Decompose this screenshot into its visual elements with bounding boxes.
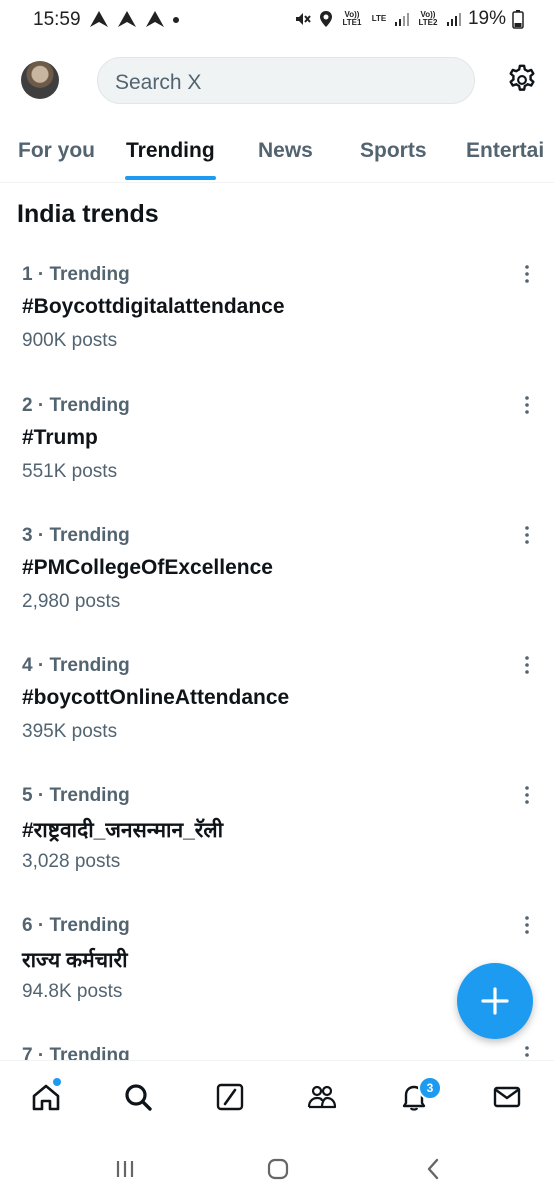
trend-name: राज्य कर्मचारी — [22, 949, 128, 972]
system-nav-bar — [0, 1140, 554, 1200]
tab-bar: For you Trending News Sports Entertai — [0, 128, 554, 183]
tab-news[interactable]: News — [258, 139, 313, 163]
trend-meta: 6 · Trending — [22, 915, 130, 936]
more-vertical-icon[interactable] — [518, 523, 536, 547]
avatar[interactable] — [21, 61, 59, 99]
tab-sports[interactable]: Sports — [360, 139, 427, 163]
trend-meta: 1 · Trending — [22, 264, 130, 285]
more-vertical-icon[interactable] — [518, 393, 536, 417]
trend-name: #Boycottdigitalattendance — [22, 295, 285, 318]
arrow-notification-icon — [146, 11, 164, 27]
sim1-label: Vo)) LTE1 — [342, 10, 362, 27]
trend-item[interactable]: 4 · Trending #boycottOnlineAttendance 39… — [0, 655, 554, 785]
more-vertical-icon[interactable] — [518, 262, 536, 286]
section-title: India trends — [17, 200, 159, 228]
trend-item[interactable]: 5 · Trending #राष्ट्रवादी_जनसन्मान_रॅली … — [0, 785, 554, 915]
gear-icon[interactable] — [505, 63, 539, 97]
trend-meta: 3 · Trending — [22, 525, 130, 546]
sim2-label: Vo)) LTE2 — [418, 10, 438, 27]
messages-icon[interactable] — [491, 1081, 523, 1113]
trend-post-count: 3,028 posts — [22, 851, 121, 872]
communities-icon[interactable] — [306, 1081, 338, 1113]
battery-percent: 19% — [467, 8, 506, 29]
trend-name: #Trump — [22, 426, 98, 449]
plus-icon — [481, 987, 509, 1015]
trend-post-count: 551K posts — [22, 461, 118, 482]
more-vertical-icon[interactable] — [518, 913, 536, 937]
trend-name: #PMCollegeOfExcellence — [22, 556, 273, 579]
grok-icon[interactable] — [214, 1081, 246, 1113]
more-vertical-icon[interactable] — [518, 653, 536, 677]
mute-icon — [295, 13, 311, 25]
trend-item[interactable]: 3 · Trending #PMCollegeOfExcellence 2,98… — [0, 525, 554, 655]
search-placeholder: Search X — [115, 71, 202, 94]
status-bar: 15:59 Vo)) LTE1 LTE Vo)) LTE2 19% — [0, 0, 554, 44]
trend-post-count: 94.8K posts — [22, 981, 123, 1002]
status-time: 15:59 — [33, 9, 81, 30]
arrow-notification-icon — [90, 11, 108, 27]
arrow-notification-icon — [118, 11, 136, 27]
search-icon[interactable] — [122, 1081, 154, 1113]
home-button-icon[interactable] — [266, 1157, 290, 1181]
search-input[interactable]: Search X — [97, 57, 475, 104]
tab-entertainment[interactable]: Entertai — [466, 139, 544, 163]
trend-post-count: 900K posts — [22, 330, 118, 351]
recent-apps-icon[interactable] — [114, 1158, 136, 1180]
notification-badge: 3 — [418, 1076, 442, 1100]
status-right: Vo)) LTE1 LTE Vo)) LTE2 19% — [294, 8, 524, 30]
tab-active-indicator — [125, 176, 216, 180]
signal-icon — [394, 13, 409, 26]
trend-name: #boycottOnlineAttendance — [22, 686, 290, 709]
lte-label: LTE — [371, 14, 387, 23]
back-icon[interactable] — [424, 1157, 442, 1181]
signal-icon — [446, 13, 461, 26]
battery-icon — [512, 10, 524, 29]
dot-icon — [173, 17, 179, 23]
trend-post-count: 395K posts — [22, 721, 118, 742]
notification-icons — [88, 10, 180, 28]
trend-meta: 5 · Trending — [22, 785, 130, 806]
tab-trending[interactable]: Trending — [126, 139, 215, 163]
location-icon — [319, 11, 332, 27]
more-vertical-icon[interactable] — [518, 783, 536, 807]
trend-name: #राष्ट्रवादी_जनसन्मान_रॅली — [22, 819, 224, 842]
compose-button[interactable] — [457, 963, 533, 1039]
home-new-dot — [53, 1078, 61, 1086]
trend-meta: 2 · Trending — [22, 395, 130, 416]
trend-item[interactable]: 1 · Trending #Boycottdigitalattendance 9… — [0, 264, 554, 394]
bottom-nav: 3 — [0, 1060, 554, 1141]
trend-item[interactable]: 2 · Trending #Trump 551K posts — [0, 395, 554, 525]
trend-meta: 4 · Trending — [22, 655, 130, 676]
trend-post-count: 2,980 posts — [22, 591, 121, 612]
tab-for-you[interactable]: For you — [18, 139, 95, 163]
